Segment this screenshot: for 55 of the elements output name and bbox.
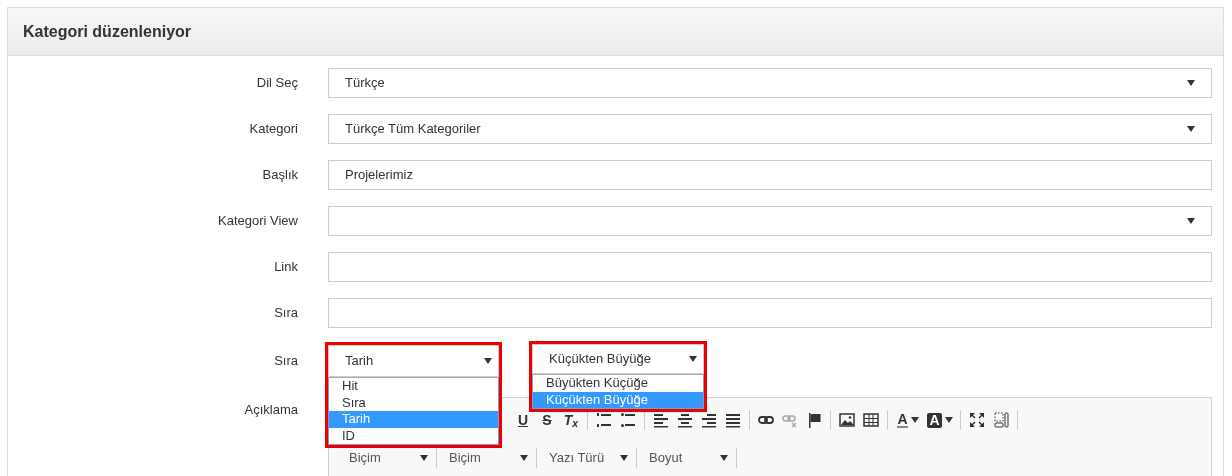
dropdown-option[interactable]: Sıra [329,394,498,411]
dropdown-option[interactable]: Hit [329,378,498,395]
field-label: Sıra [273,352,298,371]
caret-icon [484,358,492,364]
select-field[interactable]: Küçükten Büyüğe [532,344,704,374]
field-label: Başlık [261,166,298,185]
caret-icon [1187,126,1195,132]
caret-icon [1187,218,1195,224]
field-label: Açıklama [243,401,298,419]
format-dropdown[interactable]: Boyut [637,448,737,468]
caret-icon [910,417,919,423]
show-blocks-icon [993,412,1009,428]
caret-icon [720,455,728,461]
bullet-list-icon [620,412,636,428]
select-field[interactable] [328,206,1212,236]
underline-button[interactable]: U [512,410,534,430]
caret-icon [620,455,628,461]
format-dropdown[interactable]: Biçim [437,448,537,468]
remove-format-button[interactable]: T$_{x}$ [560,410,582,430]
caret-icon [689,356,697,362]
text-field[interactable]: Projelerimiz [328,160,1212,190]
align-left-icon [653,412,669,428]
align-right-icon [701,412,717,428]
image-icon [839,412,855,428]
field-label: Link [273,258,298,277]
align-center-icon [677,412,693,428]
text-field[interactable] [328,298,1212,328]
text-color-button[interactable]: A [893,410,923,430]
strikethrough-button[interactable]: S [536,410,558,430]
table-button[interactable] [860,410,882,430]
field-label: Dil Seç [255,74,298,93]
format-dropdown[interactable]: Biçim [337,448,437,468]
select-field[interactable]: Türkçe Tüm Kategoriler [328,114,1212,144]
select-field[interactable]: Tarih [328,345,499,377]
caret-icon [1187,80,1195,86]
flag-icon [806,412,822,428]
maximize-icon [969,412,985,428]
field-label: Kategori View [217,212,298,231]
panel-title: Kategori düzenleniyor [23,21,192,42]
unlink-icon [782,412,798,428]
select-field[interactable]: Türkçe [328,68,1212,98]
caret-icon [944,417,953,423]
field-label: Sıra [273,304,298,323]
caret-icon [520,455,528,461]
justify-icon [725,412,741,428]
table-icon [863,412,879,428]
dropdown-option[interactable]: Büyükten Küçüğe [533,375,703,392]
format-dropdown[interactable]: Yazı Türü [537,448,637,468]
text-field[interactable] [328,252,1212,282]
dropdown-option[interactable]: ID [329,427,498,444]
background-color-button[interactable]: A [925,410,955,430]
caret-icon [420,455,428,461]
field-label: Kategori [248,120,298,139]
numbered-list-icon [596,412,612,428]
image-button[interactable] [836,410,858,430]
